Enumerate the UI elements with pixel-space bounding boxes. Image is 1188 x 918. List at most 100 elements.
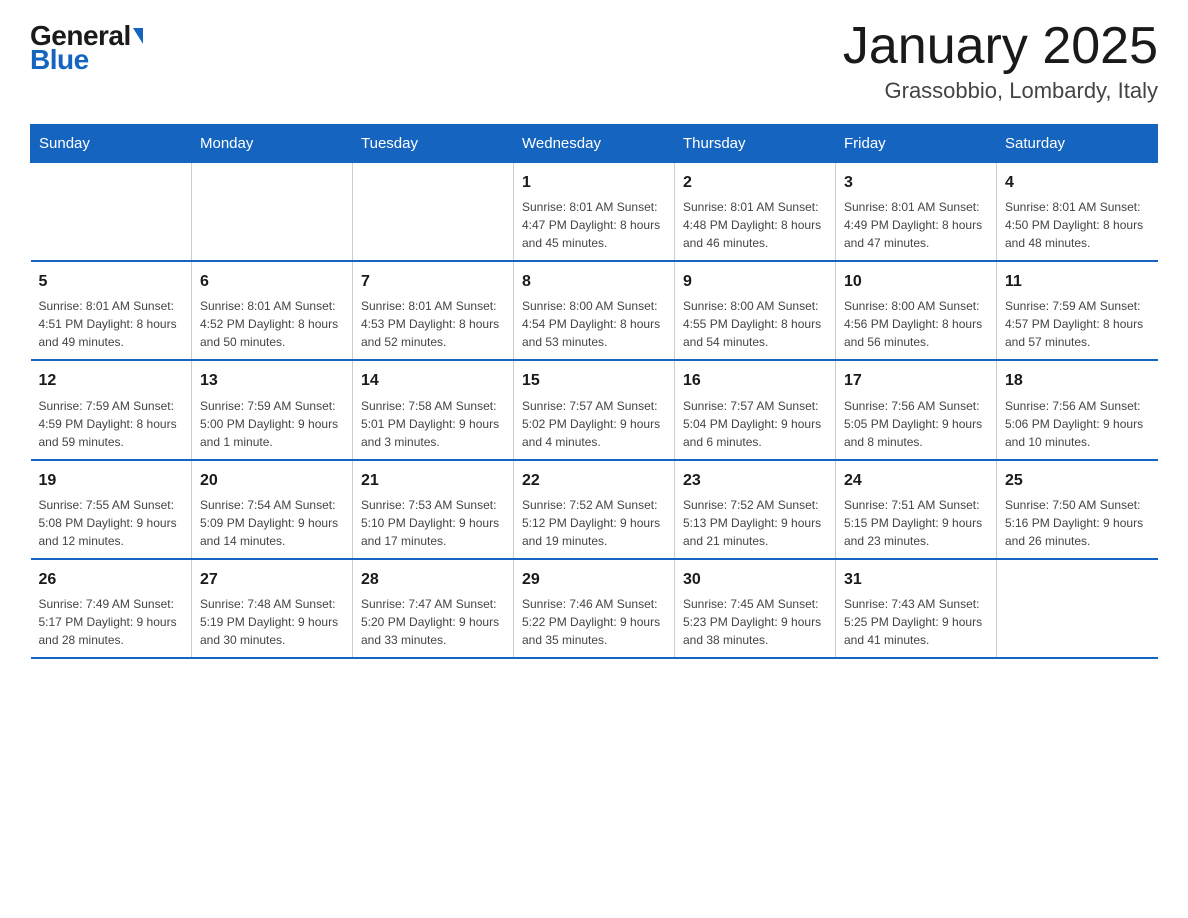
day-cell: 15 Sunrise: 7:57 AM Sunset: 5:02 PM Dayli…: [514, 360, 675, 459]
day-header-thursday: Thursday: [675, 125, 836, 163]
day-cell: 17Sunrise: 7:56 AM Sunset: 5:05 PM Dayli…: [836, 360, 997, 459]
day-cell: 30Sunrise: 7:45 AM Sunset: 5:23 PM Dayli…: [675, 559, 836, 658]
day-number: 16: [683, 369, 827, 392]
day-info: Sunrise: 8:01 AM Sunset: 4:47 PM Dayligh…: [522, 198, 666, 252]
day-cell: [31, 163, 192, 262]
day-cell: 6Sunrise: 8:01 AM Sunset: 4:52 PM Daylig…: [192, 261, 353, 360]
day-info: Sunrise: 7:57 AM Sunset: 5:02 PM Dayligh…: [522, 397, 666, 451]
page-header: General Blue January 2025 Grassobbio, Lo…: [30, 20, 1158, 104]
day-info: Sunrise: 7:59 AM Sunset: 5:00 PM Dayligh…: [200, 397, 344, 451]
week-row-1: 5 Sunrise: 8:01 AM Sunset: 4:51 PM Daylig…: [31, 261, 1158, 360]
day-cell: 11 Sunrise: 7:59 AM Sunset: 4:57 PM Dayli…: [997, 261, 1158, 360]
day-cell: 3 Sunrise: 8:01 AM Sunset: 4:49 PM Daylig…: [836, 163, 997, 262]
logo-triangle-icon: [133, 28, 143, 44]
day-cell: 21 Sunrise: 7:53 AM Sunset: 5:10 PM Dayli…: [353, 460, 514, 559]
day-number: 30: [683, 568, 827, 591]
day-number: 22: [522, 469, 666, 492]
week-row-4: 26 Sunrise: 7:49 AM Sunset: 5:17 PM Dayli…: [31, 559, 1158, 658]
day-number: 5: [39, 270, 184, 293]
day-number: 17: [844, 369, 988, 392]
day-info: Sunrise: 8:01 AM Sunset: 4:51 PM Dayligh…: [39, 297, 184, 351]
day-info: Sunrise: 7:56 AM Sunset: 5:06 PM Dayligh…: [1005, 397, 1150, 451]
day-cell: 7Sunrise: 8:01 AM Sunset: 4:53 PM Daylig…: [353, 261, 514, 360]
day-number: 29: [522, 568, 666, 591]
day-info: Sunrise: 7:51 AM Sunset: 5:15 PM Dayligh…: [844, 496, 988, 550]
day-info: Sunrise: 7:59 AM Sunset: 4:57 PM Dayligh…: [1005, 297, 1150, 351]
day-number: 24: [844, 469, 988, 492]
header-row: SundayMondayTuesdayWednesdayThursdayFrid…: [31, 125, 1158, 163]
day-cell: 23 Sunrise: 7:52 AM Sunset: 5:13 PM Dayli…: [675, 460, 836, 559]
day-number: 26: [39, 568, 184, 591]
day-cell: 9 Sunrise: 8:00 AM Sunset: 4:55 PM Daylig…: [675, 261, 836, 360]
day-info: Sunrise: 8:01 AM Sunset: 4:48 PM Dayligh…: [683, 198, 827, 252]
day-cell: 27 Sunrise: 7:48 AM Sunset: 5:19 PM Dayli…: [192, 559, 353, 658]
day-number: 14: [361, 369, 505, 392]
day-info: Sunrise: 7:46 AM Sunset: 5:22 PM Dayligh…: [522, 595, 666, 649]
day-info: Sunrise: 7:58 AM Sunset: 5:01 PM Dayligh…: [361, 397, 505, 451]
day-cell: 24 Sunrise: 7:51 AM Sunset: 5:15 PM Dayli…: [836, 460, 997, 559]
day-info: Sunrise: 8:01 AM Sunset: 4:49 PM Dayligh…: [844, 198, 988, 252]
day-info: Sunrise: 7:50 AM Sunset: 5:16 PM Dayligh…: [1005, 496, 1150, 550]
day-info: Sunrise: 7:53 AM Sunset: 5:10 PM Dayligh…: [361, 496, 505, 550]
day-cell: 16 Sunrise: 7:57 AM Sunset: 5:04 PM Dayli…: [675, 360, 836, 459]
day-number: 3: [844, 171, 988, 194]
week-row-0: 1 Sunrise: 8:01 AM Sunset: 4:47 PM Daylig…: [31, 163, 1158, 262]
day-info: Sunrise: 7:52 AM Sunset: 5:13 PM Dayligh…: [683, 496, 827, 550]
day-info: Sunrise: 8:00 AM Sunset: 4:55 PM Dayligh…: [683, 297, 827, 351]
day-number: 18: [1005, 369, 1150, 392]
week-row-3: 19 Sunrise: 7:55 AM Sunset: 5:08 PM Dayli…: [31, 460, 1158, 559]
day-cell: 12 Sunrise: 7:59 AM Sunset: 4:59 PM Dayli…: [31, 360, 192, 459]
day-info: Sunrise: 7:52 AM Sunset: 5:12 PM Dayligh…: [522, 496, 666, 550]
day-info: Sunrise: 8:00 AM Sunset: 4:54 PM Dayligh…: [522, 297, 666, 351]
day-header-friday: Friday: [836, 125, 997, 163]
day-info: Sunrise: 7:49 AM Sunset: 5:17 PM Dayligh…: [39, 595, 184, 649]
day-number: 6: [200, 270, 344, 293]
day-cell: [192, 163, 353, 262]
day-number: 15: [522, 369, 666, 392]
day-number: 8: [522, 270, 666, 293]
day-header-wednesday: Wednesday: [514, 125, 675, 163]
day-number: 25: [1005, 469, 1150, 492]
day-info: Sunrise: 7:48 AM Sunset: 5:19 PM Dayligh…: [200, 595, 344, 649]
day-cell: 13Sunrise: 7:59 AM Sunset: 5:00 PM Dayli…: [192, 360, 353, 459]
day-info: Sunrise: 7:57 AM Sunset: 5:04 PM Dayligh…: [683, 397, 827, 451]
day-number: 31: [844, 568, 988, 591]
day-info: Sunrise: 8:01 AM Sunset: 4:53 PM Dayligh…: [361, 297, 505, 351]
day-cell: 8 Sunrise: 8:00 AM Sunset: 4:54 PM Daylig…: [514, 261, 675, 360]
day-cell: 26 Sunrise: 7:49 AM Sunset: 5:17 PM Dayli…: [31, 559, 192, 658]
day-cell: 31 Sunrise: 7:43 AM Sunset: 5:25 PM Dayli…: [836, 559, 997, 658]
day-number: 9: [683, 270, 827, 293]
title-block: January 2025 Grassobbio, Lombardy, Italy: [843, 20, 1158, 104]
day-info: Sunrise: 7:59 AM Sunset: 4:59 PM Dayligh…: [39, 397, 184, 451]
day-number: 1: [522, 171, 666, 194]
day-cell: [353, 163, 514, 262]
day-info: Sunrise: 7:47 AM Sunset: 5:20 PM Dayligh…: [361, 595, 505, 649]
day-info: Sunrise: 7:55 AM Sunset: 5:08 PM Dayligh…: [39, 496, 184, 550]
day-number: 28: [361, 568, 505, 591]
day-cell: 1 Sunrise: 8:01 AM Sunset: 4:47 PM Daylig…: [514, 163, 675, 262]
day-cell: 4Sunrise: 8:01 AM Sunset: 4:50 PM Daylig…: [997, 163, 1158, 262]
logo: General Blue: [30, 20, 143, 76]
day-number: 4: [1005, 171, 1150, 194]
calendar-table: SundayMondayTuesdayWednesdayThursdayFrid…: [30, 124, 1158, 659]
day-info: Sunrise: 7:43 AM Sunset: 5:25 PM Dayligh…: [844, 595, 988, 649]
day-number: 27: [200, 568, 344, 591]
day-number: 23: [683, 469, 827, 492]
day-cell: [997, 559, 1158, 658]
day-cell: 2Sunrise: 8:01 AM Sunset: 4:48 PM Daylig…: [675, 163, 836, 262]
week-row-2: 12 Sunrise: 7:59 AM Sunset: 4:59 PM Dayli…: [31, 360, 1158, 459]
day-header-sunday: Sunday: [31, 125, 192, 163]
day-cell: 14 Sunrise: 7:58 AM Sunset: 5:01 PM Dayli…: [353, 360, 514, 459]
day-number: 19: [39, 469, 184, 492]
day-cell: 19 Sunrise: 7:55 AM Sunset: 5:08 PM Dayli…: [31, 460, 192, 559]
day-cell: 28 Sunrise: 7:47 AM Sunset: 5:20 PM Dayli…: [353, 559, 514, 658]
day-number: 21: [361, 469, 505, 492]
month-title: January 2025: [843, 20, 1158, 72]
day-number: 20: [200, 469, 344, 492]
logo-blue-text: Blue: [30, 44, 89, 76]
day-number: 12: [39, 369, 184, 392]
day-cell: 25 Sunrise: 7:50 AM Sunset: 5:16 PM Dayli…: [997, 460, 1158, 559]
day-cell: 29 Sunrise: 7:46 AM Sunset: 5:22 PM Dayli…: [514, 559, 675, 658]
day-header-monday: Monday: [192, 125, 353, 163]
day-number: 11: [1005, 270, 1150, 293]
